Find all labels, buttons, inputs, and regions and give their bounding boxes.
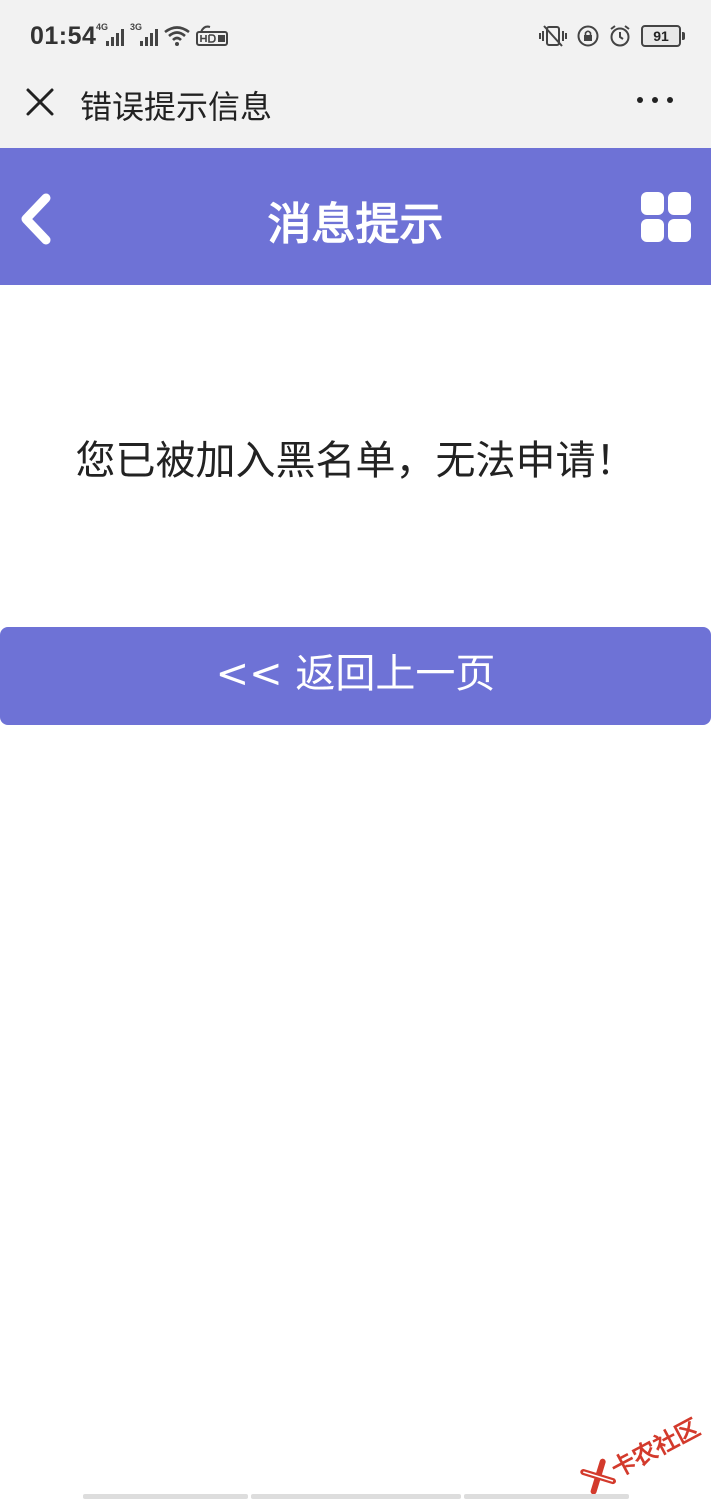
page-title: 消息提示	[267, 199, 444, 250]
watermark-text: 卡农社区	[606, 1413, 705, 1484]
nav-bar: 消息提示	[0, 148, 711, 285]
more-icon[interactable]	[635, 90, 675, 110]
status-bar: 01:54 4G 3G 91	[0, 0, 711, 72]
bottom-segment	[251, 1494, 461, 1499]
webview-title: 错误提示信息	[80, 88, 273, 126]
battery-icon: 91	[641, 25, 685, 47]
grid-cell	[668, 192, 691, 215]
hd-call-icon	[196, 25, 228, 46]
status-left-icons: 4G 3G	[96, 22, 228, 46]
bottom-segment	[83, 1494, 248, 1499]
grid-menu-icon[interactable]	[641, 192, 691, 242]
error-message: 您已被加入黑名单，无法申请！	[75, 438, 636, 484]
status-time: 01:54	[30, 22, 97, 50]
signal-4g-icon: 4G	[96, 22, 124, 46]
grid-cell	[668, 219, 691, 242]
alarm-icon	[610, 25, 630, 47]
grid-cell	[641, 219, 664, 242]
lock-rotation-icon	[577, 25, 599, 47]
back-button[interactable]: << 返回上一页	[0, 627, 711, 725]
signal-3g-icon: 3G	[130, 22, 158, 46]
status-right-icons: 91	[539, 24, 685, 48]
grid-cell	[641, 192, 664, 215]
bottom-indicator	[83, 1494, 629, 1499]
bottom-segment	[464, 1494, 629, 1499]
vibrate-mute-icon	[539, 25, 567, 47]
webview-header: 错误提示信息	[0, 72, 711, 148]
watermark: 卡农社区	[577, 1408, 705, 1498]
close-icon[interactable]	[22, 84, 58, 120]
wifi-icon	[164, 26, 190, 46]
